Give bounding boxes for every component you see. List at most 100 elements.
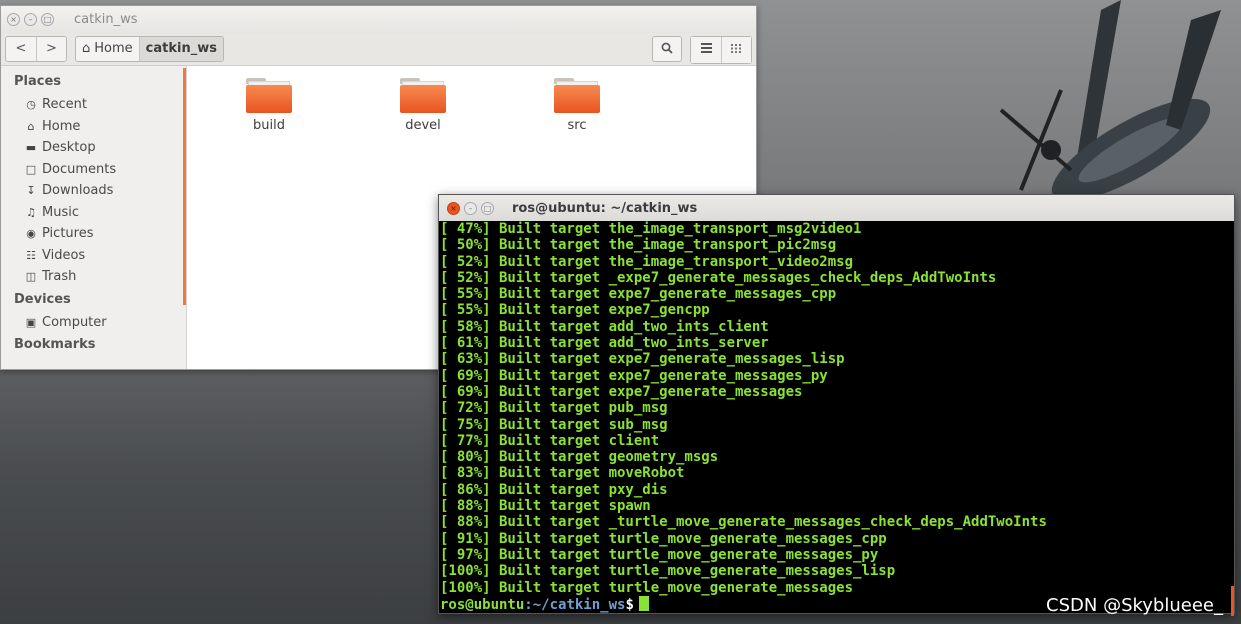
- sidebar-item-label: Videos: [42, 247, 86, 263]
- sidebar-item-computer[interactable]: ▣ Computer: [1, 312, 186, 334]
- prompt-user: ros@ubuntu: [440, 596, 525, 613]
- terminal-line: [100%] Built target turtle_move_generate…: [440, 563, 896, 580]
- toolbar-right: [652, 36, 752, 64]
- window-title: catkin_ws: [74, 12, 138, 27]
- clock-icon: ◷: [26, 98, 36, 112]
- sidebar-item-downloads[interactable]: ↧ Downloads: [1, 180, 186, 202]
- terminal-maximize-button[interactable]: □: [481, 201, 494, 215]
- terminal-line: [ 50%] Built target the_image_transport_…: [440, 237, 837, 254]
- decorative-accent: [1231, 586, 1234, 616]
- music-icon: ♫: [26, 205, 36, 219]
- text-cursor: [638, 595, 649, 611]
- sidebar-item-documents[interactable]: □ Documents: [1, 159, 186, 181]
- terminal-line: [ 47%] Built target the_image_transport_…: [440, 221, 862, 237]
- sidebar-header-bookmarks: Bookmarks: [14, 337, 96, 352]
- home-icon: ⌂: [82, 41, 91, 56]
- places-sidebar: Places ◷ Recent ⌂ Home ▬ Desktop □ Documents…: [1, 66, 187, 369]
- computer-icon: ▣: [25, 315, 37, 329]
- sidebar-header-devices: Devices: [14, 291, 71, 307]
- download-icon: ↧: [26, 184, 36, 198]
- terminal-line: [100%] Built target turtle_move_generate…: [440, 579, 854, 596]
- sidebar-item-label: Downloads: [42, 183, 114, 199]
- search-icon: [661, 42, 673, 54]
- home-icon: ⌂: [27, 119, 35, 133]
- folder-icon: [246, 78, 292, 113]
- view-mode-group: [690, 36, 752, 64]
- sidebar-item-desktop[interactable]: ▬ Desktop: [1, 137, 186, 159]
- sidebar-scrollbar[interactable]: [183, 68, 186, 305]
- folder-icon: [400, 78, 446, 113]
- breadcrumb-home[interactable]: ⌂ Home: [76, 37, 139, 61]
- sidebar-item-home[interactable]: ⌂ Home: [1, 116, 186, 138]
- sidebar-item-label: Computer: [42, 314, 107, 330]
- prompt-path: :~/catkin_ws: [524, 596, 626, 613]
- camera-icon: ◉: [26, 227, 36, 241]
- watermark: CSDN @Skyblueee_: [1046, 595, 1223, 616]
- sidebar-item-label: Documents: [42, 161, 117, 177]
- terminal-output[interactable]: [ 47%] Built target the_image_transport_…: [439, 221, 1234, 613]
- terminal-line: [ 58%] Built target add_two_ints_client: [440, 318, 769, 335]
- breadcrumb: ⌂ Home catkin_ws: [75, 36, 224, 62]
- sidebar-header-places: Places: [14, 74, 62, 89]
- terminal-line: [ 69%] Built target expe7_generate_messa…: [440, 367, 828, 384]
- terminal-line: [ 72%] Built target pub_msg: [440, 400, 668, 417]
- terminal-titlebar[interactable]: × – □ ros@ubuntu: ~/catkin_ws: [439, 195, 1234, 221]
- sidebar-item-label: Desktop: [42, 140, 96, 156]
- terminal-line: [ 63%] Built target expe7_generate_messa…: [440, 351, 845, 368]
- sidebar-item-label: Recent: [42, 97, 87, 113]
- folder-item[interactable]: build: [229, 78, 309, 133]
- terminal-title: ros@ubuntu: ~/catkin_ws: [512, 200, 698, 216]
- sidebar-item-label: Pictures: [42, 226, 94, 242]
- grid-view-button[interactable]: [721, 37, 751, 63]
- folder-label: src: [567, 118, 587, 133]
- grid-view-icon: [731, 44, 741, 53]
- film-icon: ☷: [26, 248, 36, 262]
- terminal-line: [ 55%] Built target expe7_generate_messa…: [440, 286, 837, 303]
- terminal-line: [ 52%] Built target _expe7_generate_mess…: [440, 269, 997, 286]
- aircraft-wallpaper-image: [999, 0, 1221, 200]
- terminal-line: [ 61%] Built target add_two_ints_server: [440, 335, 769, 352]
- sidebar-item-label: Home: [42, 118, 81, 134]
- sidebar-item-label: Music: [42, 204, 79, 220]
- maximize-window-button[interactable]: □: [41, 13, 54, 26]
- terminal-line: [ 88%] Built target spawn: [440, 498, 651, 515]
- file-manager-titlebar[interactable]: × – □ catkin_ws: [1, 6, 756, 33]
- back-button[interactable]: <: [6, 37, 36, 61]
- terminal-line: [ 86%] Built target pxy_dis: [440, 481, 668, 498]
- sidebar-item-trash[interactable]: ◫ Trash: [1, 266, 186, 288]
- list-view-button[interactable]: [691, 37, 721, 63]
- sidebar-item-music[interactable]: ♫ Music: [1, 202, 186, 224]
- folder-item[interactable]: src: [537, 78, 617, 133]
- trash-icon: ◫: [25, 270, 37, 284]
- terminal-window: × – □ ros@ubuntu: ~/catkin_ws [ 47%] Bui…: [438, 194, 1235, 614]
- terminal-line: [ 80%] Built target geometry_msgs: [440, 449, 719, 466]
- folder-label: devel: [405, 118, 441, 133]
- search-button[interactable]: [652, 36, 682, 62]
- terminal-line: [ 91%] Built target turtle_move_generate…: [440, 530, 887, 547]
- file-manager-toolbar: < > ⌂ Home catkin_ws: [1, 33, 756, 66]
- terminal-close-button[interactable]: ×: [447, 201, 460, 215]
- terminal-line: [ 69%] Built target expe7_generate_messa…: [440, 383, 803, 400]
- terminal-line: [ 77%] Built target client: [440, 432, 660, 449]
- sidebar-item-recent[interactable]: ◷ Recent: [1, 94, 186, 116]
- sidebar-item-label: Trash: [42, 269, 77, 285]
- desktop-folder-icon: ▬: [25, 141, 37, 155]
- breadcrumb-home-label: Home: [94, 41, 133, 56]
- sidebar-item-videos[interactable]: ☷ Videos: [1, 245, 186, 267]
- minimize-window-button[interactable]: –: [24, 13, 37, 26]
- terminal-minimize-button[interactable]: –: [464, 201, 477, 215]
- sidebar-item-pictures[interactable]: ◉ Pictures: [1, 223, 186, 245]
- folder-label: build: [253, 118, 285, 133]
- terminal-line: [ 55%] Built target expe7_gencpp: [440, 302, 710, 319]
- breadcrumb-current[interactable]: catkin_ws: [138, 37, 223, 61]
- navigation-buttons: < >: [5, 36, 67, 62]
- terminal-line: [ 88%] Built target _turtle_move_generat…: [440, 514, 1047, 531]
- close-window-button[interactable]: ×: [7, 13, 20, 26]
- folder-item[interactable]: devel: [383, 78, 463, 133]
- document-icon: □: [25, 162, 37, 176]
- forward-button[interactable]: >: [36, 37, 66, 61]
- terminal-line: [ 83%] Built target moveRobot: [440, 465, 685, 482]
- terminal-line: [ 97%] Built target turtle_move_generate…: [440, 546, 879, 563]
- terminal-line: [ 52%] Built target the_image_transport_…: [440, 253, 854, 270]
- prompt-symbol: $: [625, 596, 634, 613]
